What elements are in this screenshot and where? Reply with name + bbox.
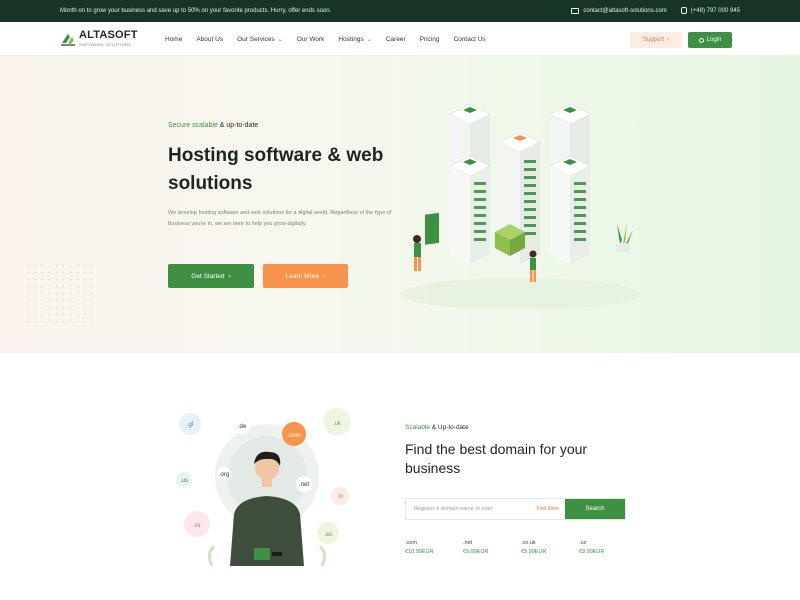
support-button[interactable]: Support › xyxy=(630,32,682,48)
domain-eyebrow-rest: & Up-to-date xyxy=(429,424,469,431)
chevron-down-icon: ⌄ xyxy=(366,37,372,43)
logo-name: ALTASOFT xyxy=(79,29,138,41)
server-tower-icon xyxy=(549,155,591,264)
nav-item-career[interactable]: Career xyxy=(386,36,406,43)
hero-eyebrow: Secure scalable & up-to-date xyxy=(168,122,258,129)
login-label: Login xyxy=(706,37,722,43)
logo-tagline: SOFTWARE SOLUTIONS xyxy=(79,42,132,47)
arrow-right-icon: › xyxy=(323,272,326,280)
arrow-right-icon: › xyxy=(228,272,231,280)
tld-bubble: .uk xyxy=(333,421,342,427)
tld-label: .us xyxy=(579,540,587,546)
nav-label: Home xyxy=(165,36,183,43)
arrow-right-icon: › xyxy=(667,37,669,43)
find-more-link[interactable]: Find More xyxy=(536,506,565,512)
tld-price: €9.99EUR xyxy=(579,549,605,555)
nav-item-home[interactable]: Home xyxy=(165,36,182,43)
domain-eyebrow-highlight: Scalable xyxy=(405,424,430,431)
top-announcement-bar: Month on to grow your business and save … xyxy=(0,0,800,22)
login-button[interactable]: Login xyxy=(688,32,732,48)
nav-item-hostings[interactable]: Hostings ⌄ xyxy=(338,36,371,43)
server-tower-icon xyxy=(449,155,491,264)
nav-label: Our Services xyxy=(237,36,275,43)
tld-label: .co.uk xyxy=(521,540,536,546)
domain-eyebrow: Scalable & Up-to-date xyxy=(405,424,469,431)
nav-label: Pricing xyxy=(419,36,440,43)
domain-price-item: .com €10.99EUR xyxy=(405,540,463,555)
hero-description: We develop hosting software and web solu… xyxy=(168,210,392,227)
nav-label: Our Work xyxy=(296,36,325,43)
tld-label: .com xyxy=(405,540,417,546)
tld-bubble: .com xyxy=(287,433,300,439)
support-label: Support xyxy=(642,37,664,43)
domain-search-form: Find More Search xyxy=(405,498,626,520)
tld-bubble: .gl xyxy=(187,422,193,428)
hero-title: Hosting software & web solutions xyxy=(168,145,384,194)
tld-bubble: .net xyxy=(299,482,309,488)
domain-search-button[interactable]: Search xyxy=(565,499,625,519)
learn-more-label: Learn More xyxy=(285,272,320,280)
domain-title: Find the best domain for your business xyxy=(405,441,588,476)
tld-price: €9.99EUR xyxy=(521,549,547,555)
hero-eyebrow-highlight: Secure scalable xyxy=(168,122,218,129)
hero-eyebrow-rest: & up-to-date xyxy=(217,122,259,129)
nav-label: Career xyxy=(385,36,406,43)
contact-info: contact@altasoft-solutions.com (+48) 797… xyxy=(571,7,740,14)
tld-price: €9.99EUR xyxy=(463,549,489,555)
tld-price: €10.99EUR xyxy=(405,549,434,555)
main-navbar: ALTASOFT SOFTWARE SOLUTIONS Home About U… xyxy=(0,22,800,56)
domain-price-list: .com €10.99EUR .net €9.99EUR .co.uk €9.9… xyxy=(405,540,637,555)
chevron-down-icon: ⌄ xyxy=(277,37,283,43)
tld-bubble: .de xyxy=(238,424,247,430)
tld-bubble: .au xyxy=(324,532,332,538)
domain-price-item: .us €9.99EUR xyxy=(579,540,637,555)
hero-section: Secure scalable & up-to-date Hosting sof… xyxy=(0,56,800,353)
email-text: contact@altasoft-solutions.com xyxy=(583,7,667,14)
promo-text: Month on to grow your business and save … xyxy=(60,8,332,14)
nav-item-our-services[interactable]: Our Services ⌄ xyxy=(237,36,283,43)
phone-icon xyxy=(680,7,687,14)
tld-bubble: .in xyxy=(337,494,343,500)
domain-search-input[interactable] xyxy=(406,499,537,519)
tld-bubble: .ru xyxy=(193,523,200,529)
domain-illustration: .gl .de .uk .com .us .org .net .in .ru .… xyxy=(176,408,351,567)
get-started-button[interactable]: Get Started › xyxy=(168,264,254,288)
nav-menu: Home About Us Our Services ⌄ Our Work Hos… xyxy=(165,36,500,43)
nav-item-our-work[interactable]: Our Work xyxy=(297,36,325,43)
nav-label: About Us xyxy=(196,36,224,43)
phone-text: (+48) 797 000 945 xyxy=(690,7,740,14)
email-link[interactable]: contact@altasoft-solutions.com xyxy=(571,7,667,14)
domain-price-item: .co.uk €9.99EUR xyxy=(521,540,579,555)
nav-item-pricing[interactable]: Pricing xyxy=(420,36,440,43)
mail-icon xyxy=(571,7,580,14)
domain-price-item: .net €9.99EUR xyxy=(463,540,521,555)
nav-item-about-us[interactable]: About Us xyxy=(196,36,223,43)
nav-label: Hostings xyxy=(338,36,364,43)
tld-label: .net xyxy=(463,540,473,546)
user-icon xyxy=(698,37,704,43)
server-illustration xyxy=(400,103,640,309)
plant-icon xyxy=(616,222,633,252)
logo-icon xyxy=(60,31,76,47)
decorative-dot-grid xyxy=(25,262,95,322)
get-started-label: Get Started xyxy=(191,272,225,280)
tld-bubble: .org xyxy=(219,472,229,478)
learn-more-button[interactable]: Learn More › xyxy=(263,264,348,288)
logo[interactable]: ALTASOFT SOFTWARE SOLUTIONS xyxy=(60,30,138,47)
nav-label: Contact Us xyxy=(453,36,486,43)
tld-bubble: .us xyxy=(180,478,188,484)
phone-link[interactable]: (+48) 797 000 945 xyxy=(680,7,740,14)
nav-item-contact-us[interactable]: Contact Us xyxy=(453,36,485,43)
